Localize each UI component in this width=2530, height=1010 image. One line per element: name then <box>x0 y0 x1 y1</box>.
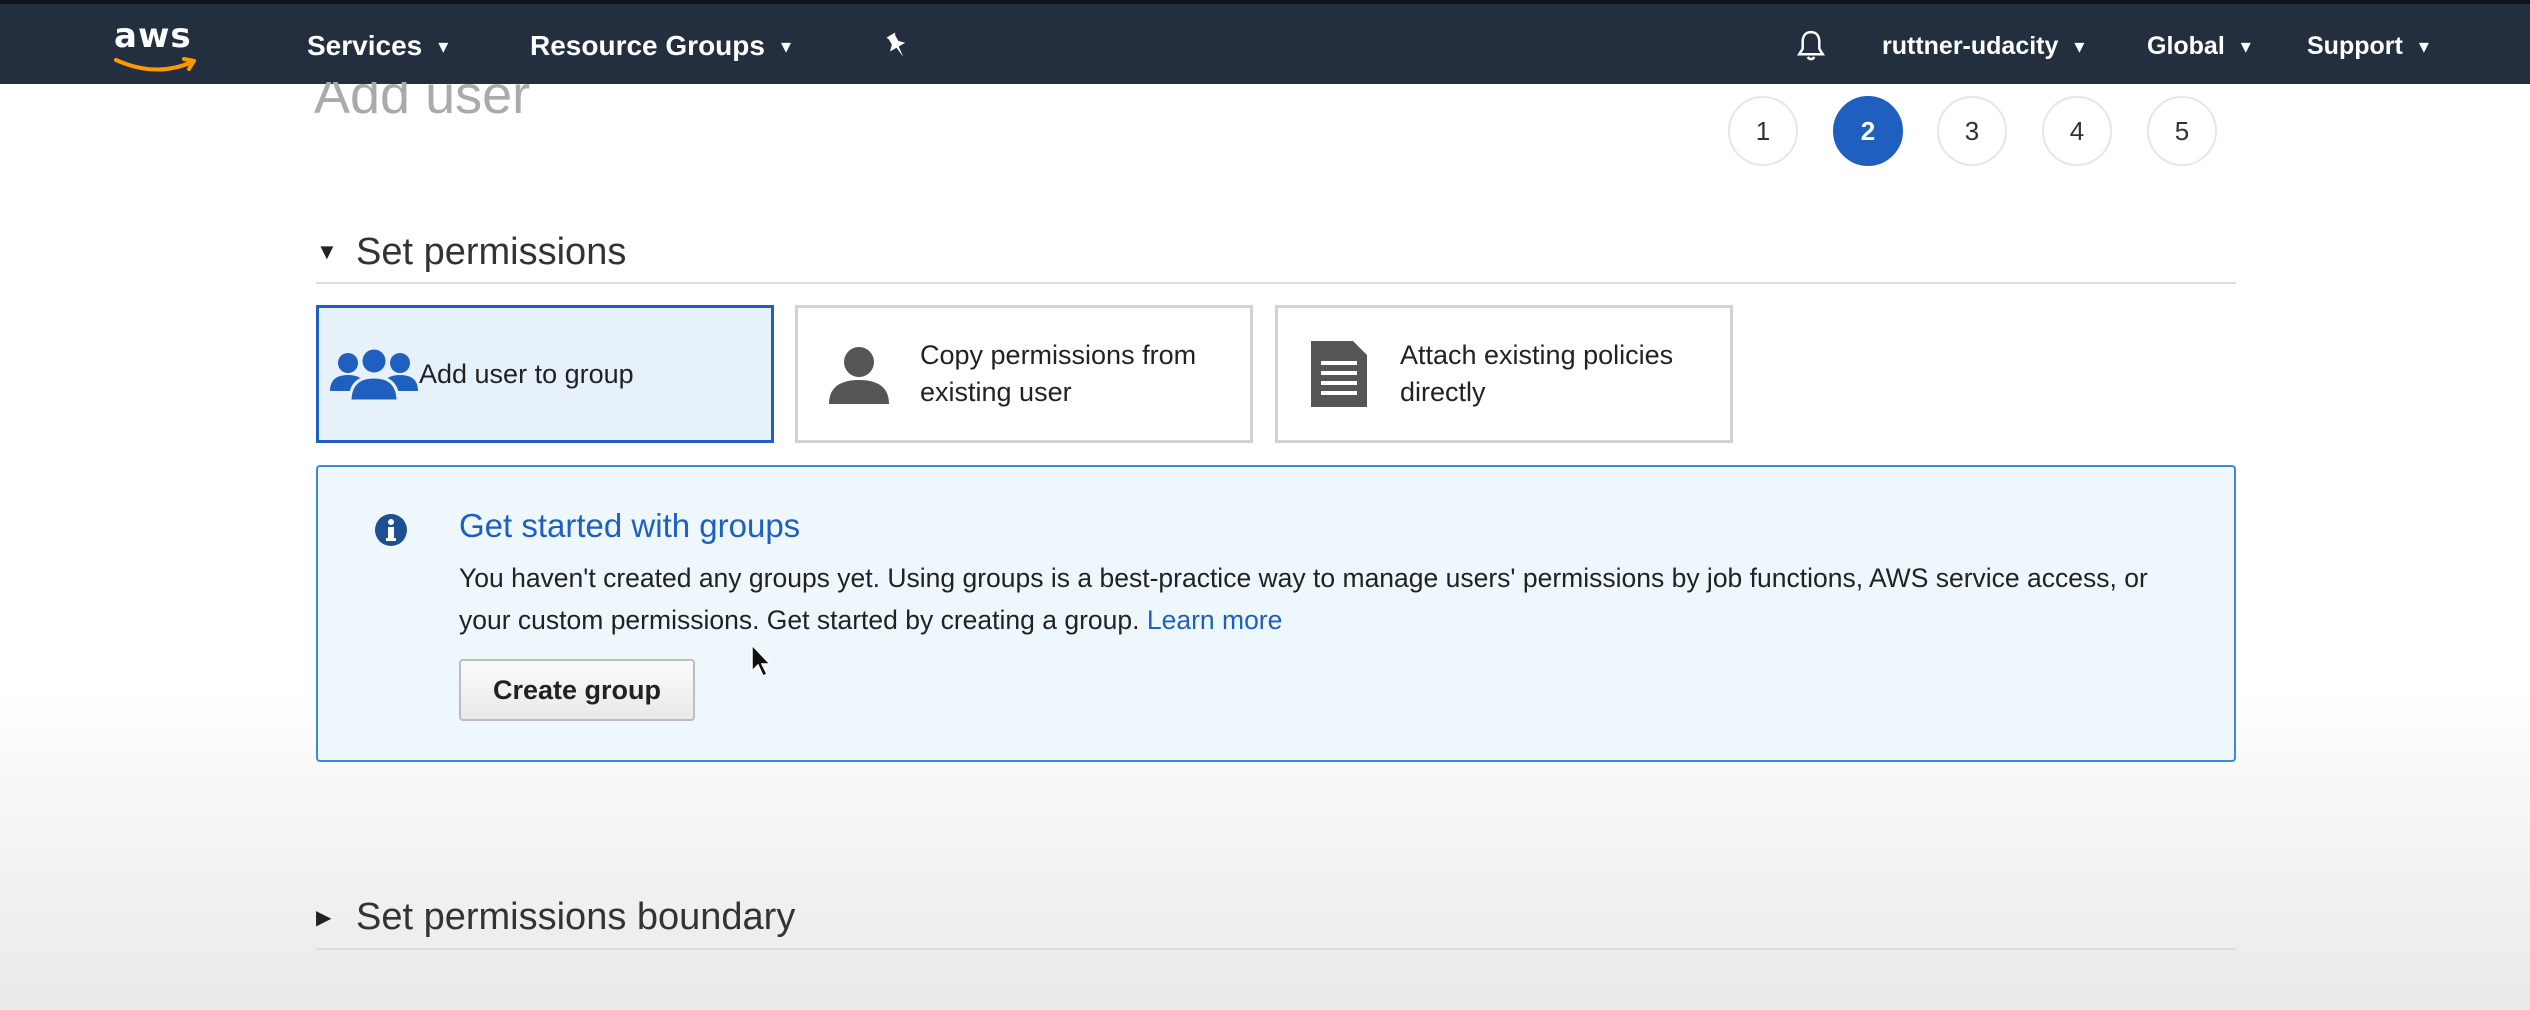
chevron-down-icon: ▾ <box>2240 35 2251 58</box>
document-icon <box>1278 339 1400 409</box>
chevron-down-icon: ▾ <box>780 35 791 58</box>
chevron-down-icon: ▾ <box>2418 35 2429 58</box>
resource-groups-menu[interactable]: Resource Groups ▾ <box>530 26 791 66</box>
account-label: ruttner-udacity <box>1882 31 2059 60</box>
services-menu[interactable]: Services ▾ <box>307 26 448 66</box>
info-icon <box>374 513 408 552</box>
option-label: Add user to group <box>419 358 634 389</box>
step-1[interactable]: 1 <box>1728 96 1798 166</box>
caret-down-icon: ▼ <box>316 239 338 264</box>
step-4[interactable]: 4 <box>2042 96 2112 166</box>
user-icon <box>798 342 920 406</box>
aws-logo-text: aws <box>114 16 192 56</box>
info-body-text: You haven't created any groups yet. Usin… <box>459 563 2148 635</box>
info-body: You haven't created any groups yet. Usin… <box>459 557 2189 641</box>
support-menu[interactable]: Support ▾ <box>2307 26 2429 66</box>
account-menu[interactable]: ruttner-udacity ▾ <box>1882 26 2084 66</box>
info-box-groups: Get started with groups You haven't crea… <box>316 465 2236 762</box>
learn-more-link[interactable]: Learn more <box>1147 605 1283 635</box>
step-2-active[interactable]: 2 <box>1833 96 1903 166</box>
chevron-down-icon: ▾ <box>2074 35 2085 58</box>
support-label: Support <box>2307 31 2403 60</box>
info-title: Get started with groups <box>459 507 801 544</box>
aws-logo[interactable]: aws <box>114 16 206 76</box>
step-3[interactable]: 3 <box>1937 96 2007 166</box>
region-menu[interactable]: Global ▾ <box>2147 26 2251 66</box>
top-nav-bar: aws Services ▾ Resource Groups ▾ ruttner… <box>0 0 2530 84</box>
aws-smile-icon <box>114 57 196 72</box>
resource-groups-label: Resource Groups <box>530 30 765 61</box>
option-add-user-to-group[interactable]: Add user to group <box>316 305 774 443</box>
step-5[interactable]: 5 <box>2147 96 2217 166</box>
mouse-cursor-icon <box>750 643 774 684</box>
set-permissions-boundary-header[interactable]: ▶ Set permissions boundary <box>316 886 2236 950</box>
users-group-icon <box>319 343 429 405</box>
services-label: Services <box>307 30 423 61</box>
create-group-button[interactable]: Create group <box>459 659 695 721</box>
option-copy-permissions[interactable]: Copy permissions from existing user <box>795 305 1253 443</box>
option-label: Attach existing policies directly <box>1400 340 1674 407</box>
option-attach-policies[interactable]: Attach existing policies directly <box>1275 305 1733 443</box>
page-title: Add user <box>314 82 531 125</box>
pushpin-icon[interactable] <box>877 26 917 66</box>
set-permissions-header[interactable]: ▼ Set permissions <box>316 222 2236 284</box>
set-permissions-boundary-title: Set permissions boundary <box>356 895 796 938</box>
set-permissions-title: Set permissions <box>356 230 627 273</box>
chevron-down-icon: ▾ <box>438 35 449 58</box>
option-label: Copy permissions from existing user <box>920 340 1197 407</box>
bell-icon[interactable] <box>1791 26 1831 66</box>
caret-right-icon: ▶ <box>316 906 332 929</box>
region-label: Global <box>2147 31 2225 60</box>
